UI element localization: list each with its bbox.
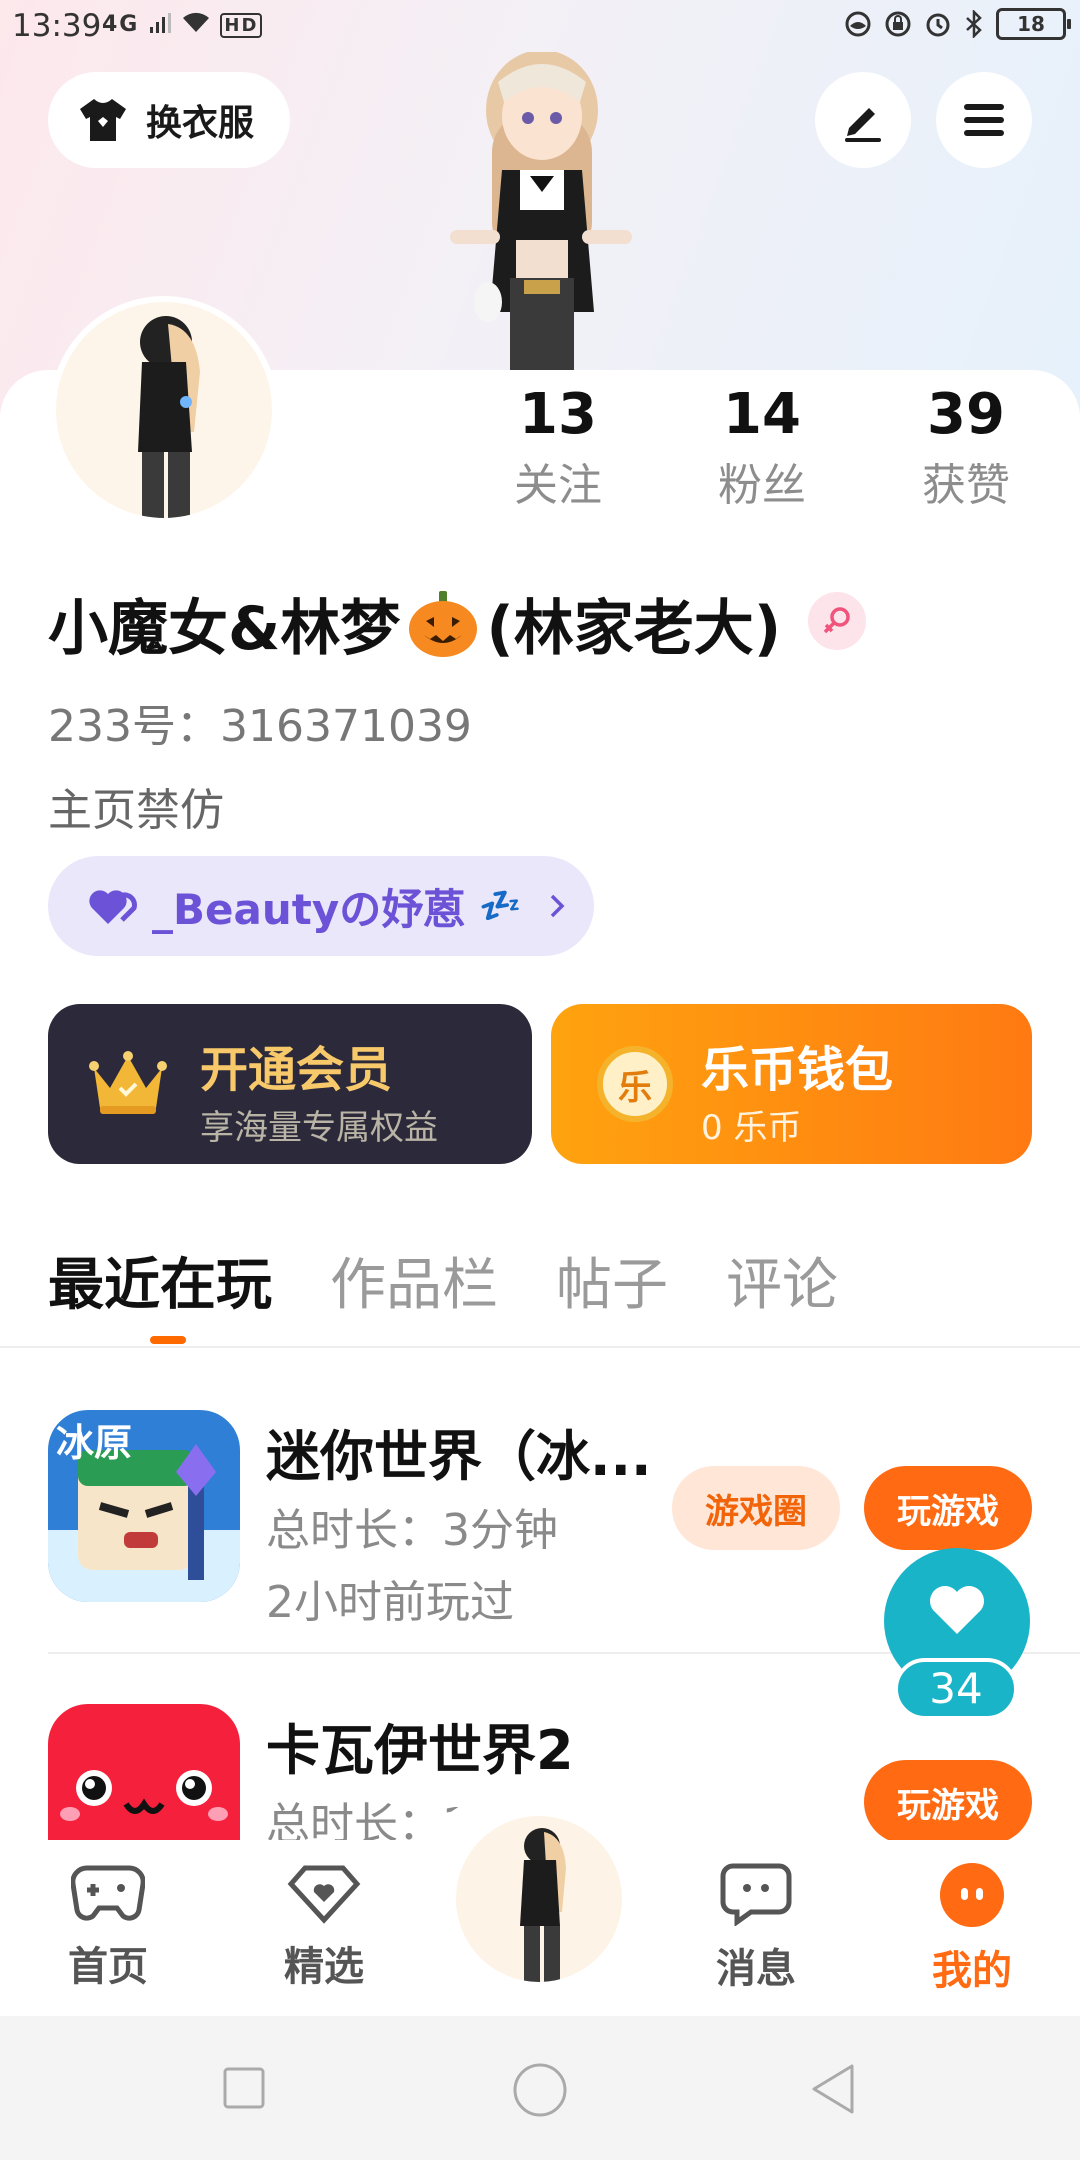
status-bar: 13:39 4G HD 18	[0, 0, 1080, 56]
nav-center-avatar[interactable]	[456, 1816, 622, 1982]
menu-button[interactable]	[936, 72, 1032, 168]
game-circle-button[interactable]: 游戏圈	[672, 1466, 840, 1550]
crown-icon	[89, 1051, 167, 1114]
game-artwork	[48, 1704, 240, 1840]
character-figure[interactable]	[430, 52, 650, 372]
heart-icon	[930, 1586, 984, 1634]
tab-comments[interactable]: 评论	[726, 1240, 838, 1321]
gender-badge	[808, 592, 866, 650]
female-icon	[823, 607, 850, 634]
nav-messages[interactable]: 消息	[686, 1862, 826, 1994]
game-icon-mini-world: 冰原	[48, 1410, 240, 1602]
tshirt-icon	[80, 99, 126, 141]
following-label: 关注	[514, 460, 602, 511]
following-stat[interactable]: 13 关注	[488, 380, 628, 516]
status-time: 13:39	[12, 8, 102, 44]
user-bio: 主页禁仿	[48, 785, 224, 836]
system-navigation-bar	[0, 2016, 1080, 2160]
vip-membership-card[interactable]: 开通会员 享海量专属权益	[48, 1004, 532, 1164]
wallet-card[interactable]: 乐 乐币钱包 0 乐币	[551, 1004, 1032, 1164]
wallet-balance: 0 乐币	[701, 1108, 802, 1148]
user-nickname: 小魔女&林梦 (林家老大)	[48, 580, 781, 667]
nav-home-label: 首页	[68, 1944, 148, 1990]
gamepad-icon	[70, 1865, 146, 1921]
edit-profile-button[interactable]	[815, 72, 911, 168]
nav-home[interactable]: 首页	[38, 1862, 178, 1992]
back-icon[interactable]	[808, 2062, 858, 2116]
game-icon-text: 冰原	[56, 1421, 132, 1465]
game-last-played: 2小时前玩过	[266, 1577, 514, 1628]
signal-icon	[150, 13, 172, 33]
tabs-divider	[0, 1346, 1080, 1348]
profile-tabs: 最近在玩 作品栏 帖子 评论	[48, 1240, 838, 1321]
recent-apps-icon[interactable]	[222, 2066, 266, 2110]
avatar-figure	[138, 316, 200, 518]
vip-subtitle: 享海量专属权益	[200, 1108, 438, 1148]
like-count-badge: 34	[894, 1658, 1018, 1720]
partner-name: _Beautyの妤蒽	[152, 884, 466, 934]
play-game-button[interactable]: 玩游戏	[864, 1760, 1032, 1840]
coin-icon: 乐	[597, 1046, 673, 1122]
lock-rotation-icon	[885, 11, 911, 37]
status-right-icons: 18	[844, 8, 1071, 40]
face-icon	[940, 1863, 1004, 1927]
wifi-icon	[182, 12, 209, 32]
play-game-button[interactable]: 玩游戏	[864, 1466, 1032, 1550]
game-icon-kawaii-world	[48, 1704, 240, 1840]
wallet-title: 乐币钱包	[701, 1042, 894, 1098]
network-type: 4G	[102, 12, 140, 37]
game-name: 卡瓦伊世界2	[266, 1719, 574, 1782]
hd-indicator: HD	[220, 13, 263, 38]
likes-label: 获赞	[922, 460, 1010, 511]
chat-bubble-icon	[720, 1863, 792, 1927]
eye-comfort-icon	[845, 11, 871, 37]
tab-recently-played[interactable]: 最近在玩	[48, 1240, 272, 1321]
partner-tag[interactable]: _Beautyの妤蒽 💤	[48, 856, 594, 956]
partner-emoji: 💤	[479, 886, 522, 926]
nickname-suffix: (林家老大)	[486, 594, 782, 664]
bluetooth-icon	[966, 10, 982, 38]
likes-count: 39	[927, 382, 1005, 447]
change-outfit-button[interactable]: 换衣服	[48, 72, 290, 168]
hamburger-icon	[964, 104, 1004, 136]
followers-stat[interactable]: 14 粉丝	[692, 380, 832, 516]
nickname-prefix: 小魔女&林梦	[48, 594, 401, 664]
nav-featured-label: 精选	[284, 1944, 364, 1990]
signal-indicator: 4G HD	[102, 10, 263, 38]
game-artwork: 冰原	[48, 1410, 240, 1602]
following-count: 13	[519, 382, 597, 447]
game-duration: 总时长：3分钟	[266, 1505, 558, 1556]
nav-featured[interactable]: 精选	[254, 1862, 394, 1992]
likes-stat[interactable]: 39 获赞	[896, 380, 1036, 516]
diamond-heart-icon	[287, 1865, 361, 1924]
alarm-icon	[926, 13, 950, 37]
vip-title: 开通会员	[200, 1042, 393, 1098]
user-id: 233号：316371039	[48, 701, 472, 752]
avatar-figure	[520, 1828, 566, 1982]
nav-mine[interactable]: 我的	[902, 1862, 1042, 1996]
tab-works[interactable]: 作品栏	[330, 1240, 498, 1321]
tab-active-indicator	[150, 1336, 186, 1344]
change-outfit-label: 换衣服	[146, 103, 255, 144]
pen-icon	[845, 108, 881, 142]
tab-posts[interactable]: 帖子	[556, 1240, 668, 1321]
home-icon[interactable]	[512, 2062, 568, 2118]
followers-label: 粉丝	[718, 460, 806, 511]
heart-icon	[89, 890, 137, 924]
pumpkin-emoji-icon	[409, 590, 478, 657]
nav-mine-label: 我的	[932, 1948, 1012, 1994]
game-name: 迷你世界（冰...	[266, 1425, 652, 1488]
nav-messages-label: 消息	[716, 1946, 796, 1992]
user-avatar[interactable]	[50, 296, 278, 524]
battery-indicator: 18	[996, 8, 1071, 40]
chevron-right-icon	[550, 894, 565, 918]
followers-count: 14	[723, 382, 801, 447]
